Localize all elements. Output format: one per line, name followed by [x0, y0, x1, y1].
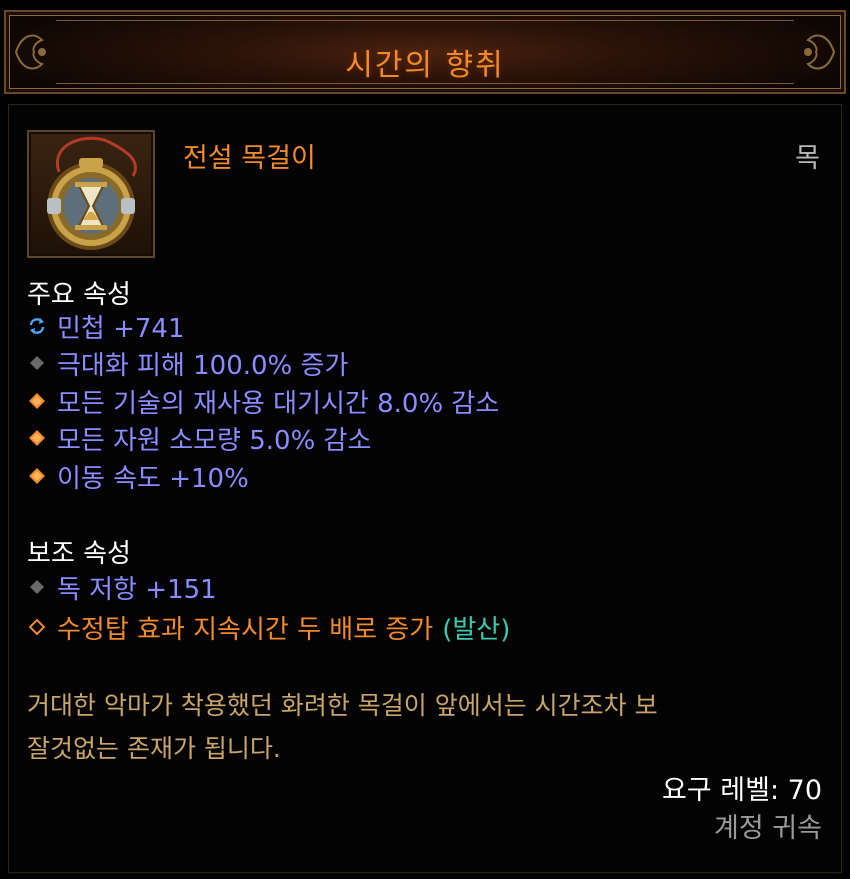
gray-diamond-icon	[27, 577, 47, 597]
hourglass-amulet-icon	[47, 136, 137, 250]
attr-text: 이동 속도 +10%	[57, 463, 249, 494]
item-type: 전설 목걸이	[183, 143, 316, 174]
required-level: 요구 레벨: 70	[662, 775, 822, 806]
flavor-line: 거대한 악마가 착용했던 화려한 목걸이 앞에서는 시간조차 보	[27, 691, 658, 720]
secondary-attr: 독 저항 +151	[27, 570, 217, 605]
item-tooltip: 시간의 향취 전설 목걸이 목 주요 속성 민첩 +741 극대화 피해 100…	[0, 0, 850, 879]
primary-attr: 이동 속도 +10%	[27, 459, 249, 494]
attr-text: 모든 기술의 재사용 대기시간 8.0% 감소	[57, 388, 500, 419]
orange-diamond-icon	[27, 466, 47, 486]
item-slot: 목	[795, 143, 820, 174]
orange-diamond-icon	[27, 391, 47, 411]
attr-text: 민첩 +741	[57, 313, 185, 344]
account-bound: 계정 귀속	[714, 813, 822, 844]
attr-text: 수정탑 효과 지속시간 두 배로 증가	[57, 614, 434, 645]
primary-attr: 모든 기술의 재사용 대기시간 8.0% 감소	[27, 384, 500, 419]
item-icon-frame	[27, 130, 155, 258]
attr-suffix: (발산)	[442, 614, 511, 645]
attr-text: 모든 자원 소모량 5.0% 감소	[57, 425, 372, 456]
secondary-attr: 수정탑 효과 지속시간 두 배로 증가 (발산)	[27, 610, 511, 645]
orange-diamond-icon	[27, 428, 47, 448]
primary-attr: 모든 자원 소모량 5.0% 감소	[27, 421, 372, 456]
attr-text: 독 저항 +151	[57, 574, 217, 605]
cycle-icon	[27, 316, 47, 336]
item-name: 시간의 향취	[345, 48, 505, 83]
attr-text: 극대화 피해 100.0% 증가	[57, 350, 349, 381]
primary-attr: 민첩 +741	[27, 309, 185, 344]
orange-hollow-diamond-icon	[27, 617, 47, 637]
flavor-text: 거대한 악마가 착용했던 화려한 목걸이 앞에서는 시간조차 보 잘것없는 존재…	[27, 684, 827, 770]
primary-attr: 극대화 피해 100.0% 증가	[27, 346, 349, 381]
flavor-line: 잘것없는 존재가 됩니다.	[27, 734, 281, 763]
tooltip-header: 시간의 향취	[4, 10, 846, 94]
primary-heading: 주요 속성	[27, 280, 131, 310]
gray-diamond-icon	[27, 353, 47, 373]
secondary-heading: 보조 속성	[27, 539, 131, 569]
